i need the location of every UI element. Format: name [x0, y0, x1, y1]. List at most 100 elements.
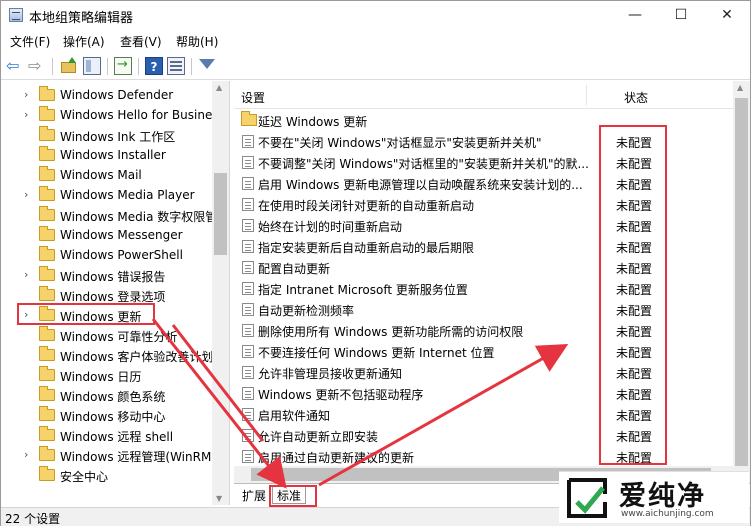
- list-column-header: 设置 状态: [234, 81, 733, 109]
- menu-file[interactable]: 文件(F): [10, 33, 50, 50]
- tree-item[interactable]: › Windows Media Player: [1, 185, 212, 205]
- column-status-header[interactable]: 状态: [624, 89, 648, 106]
- tree-item-label: Windows Defender: [60, 88, 174, 102]
- chevron-right-icon[interactable]: ›: [24, 188, 28, 201]
- scroll-down-arrow-icon[interactable]: ▼: [216, 494, 222, 503]
- list-item-label: 允许非管理员接收更新通知: [258, 367, 403, 381]
- folder-icon: [39, 266, 55, 281]
- list-scroll-thumb[interactable]: [735, 98, 748, 466]
- maximize-button[interactable]: ☐: [658, 1, 704, 29]
- folder-icon: [39, 386, 55, 401]
- tree-item-label: Windows 客户体验改善计划: [60, 350, 214, 364]
- column-divider[interactable]: [586, 85, 587, 105]
- policy-setting-icon: [242, 408, 254, 421]
- view-icon[interactable]: [167, 57, 185, 75]
- chevron-right-icon[interactable]: ›: [24, 448, 28, 461]
- tree-item-label: Windows 移动中心: [60, 410, 166, 424]
- policy-setting-icon: [242, 303, 254, 316]
- policy-setting-icon: [242, 156, 254, 169]
- tree-item[interactable]: Windows PowerShell: [1, 245, 212, 265]
- tree-item[interactable]: Windows Ink 工作区: [1, 125, 212, 145]
- tree-scroll-thumb[interactable]: [214, 173, 227, 255]
- tree-item[interactable]: Windows 移动中心: [1, 405, 212, 425]
- policy-setting-icon: [242, 324, 254, 337]
- tree-item-label: Windows 远程 shell: [60, 430, 174, 444]
- list-item-label: 指定 Intranet Microsoft 更新服务位置: [258, 283, 468, 297]
- list-item-label: 指定安装更新后自动重新启动的最后期限: [258, 241, 475, 255]
- tree-item[interactable]: Windows 日历: [1, 365, 212, 385]
- export-list-icon[interactable]: [114, 57, 132, 75]
- tree-item[interactable]: Windows 远程 shell: [1, 425, 212, 445]
- toolbar-separator: [107, 58, 108, 75]
- list-item-label: 启用软件通知: [258, 409, 331, 423]
- column-setting-header[interactable]: 设置: [241, 89, 265, 106]
- policy-setting-icon: [242, 135, 254, 148]
- folder-icon: [39, 86, 55, 101]
- back-icon[interactable]: ⇦: [6, 57, 24, 75]
- tree-item[interactable]: › Windows Hello for Busine: [1, 105, 212, 125]
- list-item-label: 不要调整"关闭 Windows"对话框里的"安装更新并关机"的默...: [258, 157, 588, 171]
- list-scrollbar[interactable]: ▲ ▼: [733, 81, 750, 483]
- chevron-right-icon[interactable]: ›: [24, 88, 28, 101]
- scroll-up-arrow-icon[interactable]: ▲: [737, 83, 743, 92]
- tree-item[interactable]: Windows 颜色系统: [1, 385, 212, 405]
- policy-tree-pane: › Windows Defender › Windows Hello for Bus…: [1, 81, 230, 505]
- tree-item[interactable]: Windows Installer: [1, 145, 212, 165]
- show-hide-tree-icon[interactable]: [83, 57, 101, 75]
- status-count: 22 个设置: [5, 512, 61, 526]
- toolbar-separator: [52, 58, 53, 75]
- menu-help[interactable]: 帮助(H): [176, 33, 218, 50]
- filter-icon[interactable]: [199, 59, 215, 69]
- tree-item-label: Windows Hello for Busine: [60, 108, 213, 122]
- menu-view[interactable]: 查看(V): [120, 33, 162, 50]
- tree-item[interactable]: Windows 客户体验改善计划: [1, 345, 214, 365]
- forward-icon[interactable]: ⇨: [28, 57, 46, 75]
- tree-item-label: Windows Ink 工作区: [60, 130, 176, 144]
- tree-item[interactable]: Windows Mail: [1, 165, 212, 185]
- tree-item-label: Windows 错误报告: [60, 270, 166, 284]
- chevron-right-icon[interactable]: ›: [24, 268, 28, 281]
- close-button[interactable]: ✕: [704, 1, 750, 29]
- tree-item[interactable]: Windows Messenger: [1, 225, 212, 245]
- tree-item[interactable]: › Windows Defender: [1, 85, 212, 105]
- folder-icon: [39, 146, 55, 161]
- folder-icon: [39, 286, 55, 301]
- help-icon[interactable]: ?: [145, 57, 163, 75]
- folder-icon: [39, 206, 55, 221]
- list-item-label: 始终在计划的时间重新启动: [258, 220, 403, 234]
- folder-icon: [39, 166, 55, 181]
- tree-item-label: Windows PowerShell: [60, 248, 183, 262]
- watermark-logo-icon: [567, 478, 607, 518]
- tree-item-label: Windows 颜色系统: [60, 390, 166, 404]
- policy-setting-icon: [242, 429, 254, 442]
- folder-icon: [39, 226, 55, 241]
- policy-setting-icon: [242, 450, 254, 463]
- tree-item-label: 安全中心: [60, 470, 109, 484]
- tree-item[interactable]: Windows Media 数字权限管: [1, 205, 217, 225]
- highlight-box-standard-tab: [269, 485, 317, 507]
- tree-item[interactable]: 安全中心: [1, 465, 212, 485]
- folder-icon: [39, 366, 55, 381]
- tree-item[interactable]: › Windows 错误报告: [1, 265, 212, 285]
- scroll-up-arrow-icon[interactable]: ▲: [216, 83, 222, 92]
- list-item-label: 延迟 Windows 更新: [258, 115, 368, 129]
- list-item-label: 配置自动更新: [258, 262, 331, 276]
- folder-icon: [39, 126, 55, 141]
- tree-item-label: Windows Media Player: [60, 188, 195, 202]
- menu-action[interactable]: 操作(A): [63, 33, 105, 50]
- tree-item[interactable]: › Windows 远程管理(WinRM: [1, 445, 212, 465]
- up-folder-icon[interactable]: [60, 57, 78, 75]
- tree-item[interactable]: Windows 可靠性分析: [1, 325, 212, 345]
- policy-setting-icon: [242, 240, 254, 253]
- tree-item[interactable]: Windows 登录选项: [1, 285, 212, 305]
- list-item-label: 在使用时段关闭针对更新的自动重新启动: [258, 199, 475, 213]
- policy-setting-icon: [242, 366, 254, 379]
- chevron-right-icon[interactable]: ›: [24, 108, 28, 121]
- folder-icon: [39, 466, 55, 481]
- tab-extended[interactable]: 扩展: [238, 486, 270, 504]
- tree-item-label: Windows Media 数字权限管: [60, 210, 218, 224]
- tree-scrollbar[interactable]: ▲ ▼: [212, 81, 229, 505]
- minimize-button[interactable]: —: [612, 1, 658, 29]
- settings-list-pane: 设置 状态 延迟 Windows 更新 不要在"关闭 Windows"对话框显示…: [234, 81, 750, 483]
- list-item-label: 不要连接任何 Windows 更新 Internet 位置: [258, 346, 495, 360]
